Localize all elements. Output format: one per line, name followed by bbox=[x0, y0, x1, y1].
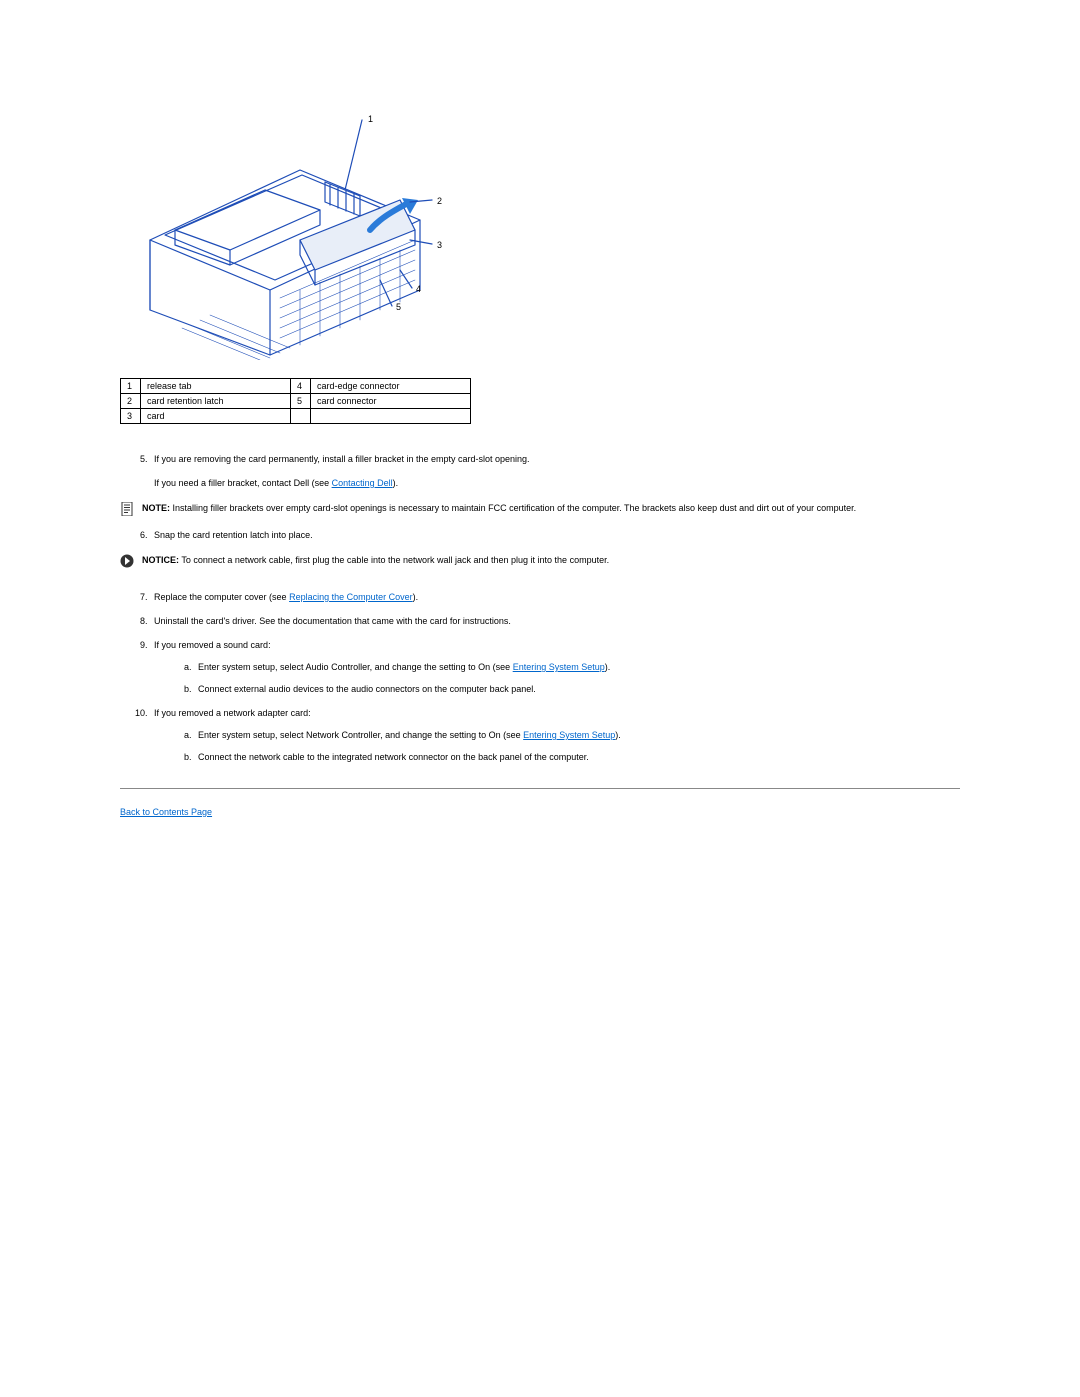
note-label: NOTE: bbox=[142, 503, 170, 513]
step-text: Snap the card retention latch into place… bbox=[154, 530, 313, 540]
table-row: 1 release tab 4 card-edge connector bbox=[121, 379, 471, 394]
step-5: If you are removing the card permanently… bbox=[150, 454, 960, 488]
step-10: If you removed a network adapter card: E… bbox=[150, 708, 960, 762]
note-block: NOTE: Installing filler brackets over em… bbox=[120, 502, 960, 516]
step-9a: Enter system setup, select Audio Control… bbox=[194, 662, 960, 672]
step-text: If you are removing the card permanently… bbox=[154, 454, 530, 464]
legend-label: release tab bbox=[141, 379, 291, 394]
entering-system-setup-link[interactable]: Entering System Setup bbox=[523, 730, 615, 740]
step-10-sublist: Enter system setup, select Network Contr… bbox=[154, 730, 960, 762]
legend-num: 5 bbox=[291, 394, 311, 409]
legend-num: 2 bbox=[121, 394, 141, 409]
step-6: Snap the card retention latch into place… bbox=[150, 530, 960, 540]
step-10b: Connect the network cable to the integra… bbox=[194, 752, 960, 762]
notice-block: NOTICE: To connect a network cable, firs… bbox=[120, 554, 960, 568]
note-text: Installing filler brackets over empty ca… bbox=[170, 503, 856, 513]
step-text: Uninstall the card's driver. See the doc… bbox=[154, 616, 511, 626]
callout-3: 3 bbox=[437, 240, 442, 250]
callout-5: 5 bbox=[396, 302, 401, 312]
text: ). bbox=[393, 478, 399, 488]
step-9b: Connect external audio devices to the au… bbox=[194, 684, 960, 694]
step-text: If you removed a network adapter card: bbox=[154, 708, 311, 718]
note-icon bbox=[120, 502, 134, 516]
legend-label bbox=[311, 409, 471, 424]
callout-2: 2 bbox=[437, 196, 442, 206]
notice-label: NOTICE: bbox=[142, 555, 179, 565]
step-9-sublist: Enter system setup, select Audio Control… bbox=[154, 662, 960, 694]
text: Enter system setup, select Network Contr… bbox=[198, 730, 523, 740]
text: Replace the computer cover (see bbox=[154, 592, 289, 602]
procedure-steps-7to10: Replace the computer cover (see Replacin… bbox=[120, 592, 960, 762]
procedure-steps-6: Snap the card retention latch into place… bbox=[120, 530, 960, 540]
entering-system-setup-link[interactable]: Entering System Setup bbox=[513, 662, 605, 672]
text: ). bbox=[615, 730, 621, 740]
text: If you need a filler bracket, contact De… bbox=[154, 478, 332, 488]
back-to-contents-link[interactable]: Back to Contents Page bbox=[120, 807, 212, 817]
contacting-dell-link[interactable]: Contacting Dell bbox=[332, 478, 393, 488]
legend-num bbox=[291, 409, 311, 424]
legend-table: 1 release tab 4 card-edge connector 2 ca… bbox=[120, 378, 471, 424]
step-9: If you removed a sound card: Enter syste… bbox=[150, 640, 960, 694]
text: ). bbox=[605, 662, 611, 672]
step-text: Connect the network cable to the integra… bbox=[198, 752, 589, 762]
table-row: 2 card retention latch 5 card connector bbox=[121, 394, 471, 409]
replacing-cover-link[interactable]: Replacing the Computer Cover bbox=[289, 592, 413, 602]
diagram: 1 2 3 4 5 bbox=[120, 110, 460, 360]
step-text: If you removed a sound card: bbox=[154, 640, 271, 650]
step-5-subpara: If you need a filler bracket, contact De… bbox=[154, 478, 960, 488]
legend-num: 1 bbox=[121, 379, 141, 394]
legend-label: card-edge connector bbox=[311, 379, 471, 394]
notice-text: To connect a network cable, first plug t… bbox=[179, 555, 609, 565]
table-row: 3 card bbox=[121, 409, 471, 424]
text: Enter system setup, select Audio Control… bbox=[198, 662, 513, 672]
procedure-steps-5: If you are removing the card permanently… bbox=[120, 454, 960, 488]
step-text: Connect external audio devices to the au… bbox=[198, 684, 536, 694]
computer-card-diagram bbox=[120, 110, 460, 360]
callout-4: 4 bbox=[416, 284, 421, 294]
step-7: Replace the computer cover (see Replacin… bbox=[150, 592, 960, 602]
callout-1: 1 bbox=[368, 114, 373, 124]
legend-num: 3 bbox=[121, 409, 141, 424]
section-divider bbox=[120, 788, 960, 789]
notice-icon bbox=[120, 554, 134, 568]
legend-label: card retention latch bbox=[141, 394, 291, 409]
text: ). bbox=[413, 592, 419, 602]
legend-label: card connector bbox=[311, 394, 471, 409]
step-8: Uninstall the card's driver. See the doc… bbox=[150, 616, 960, 626]
legend-num: 4 bbox=[291, 379, 311, 394]
step-10a: Enter system setup, select Network Contr… bbox=[194, 730, 960, 740]
legend-label: card bbox=[141, 409, 291, 424]
